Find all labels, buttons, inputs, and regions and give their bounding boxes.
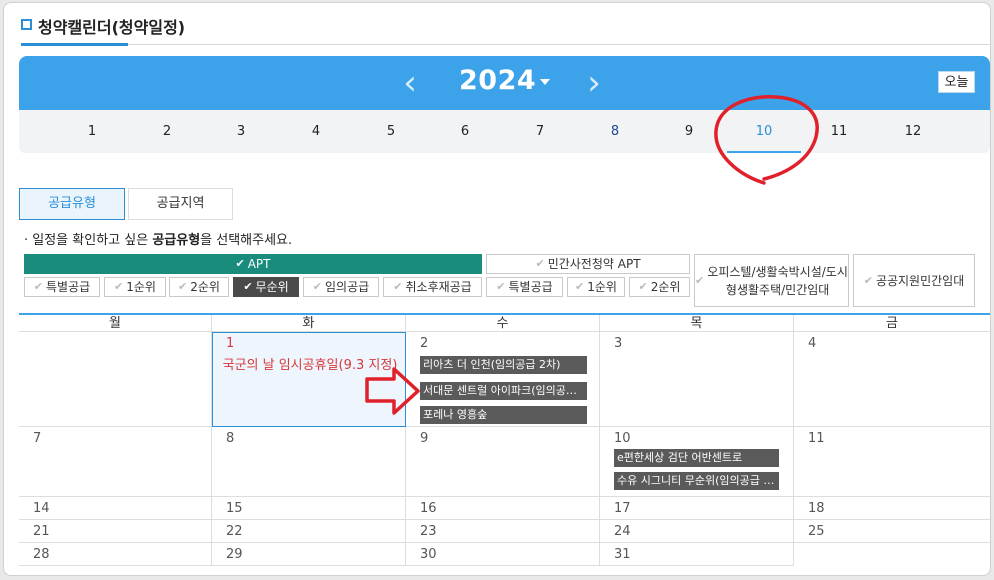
month-tab-4[interactable]: 4 xyxy=(279,110,353,153)
check-icon: ✔ xyxy=(178,280,188,293)
check-icon: ✔ xyxy=(235,257,245,270)
day-cell: 3 xyxy=(600,332,794,427)
square-bullet-icon xyxy=(21,19,32,30)
filter-apt-unranked[interactable]: ✔ 무순위 xyxy=(233,277,299,297)
event-item[interactable]: 서대문 센트럴 아이파크(임의공… xyxy=(420,382,587,400)
check-icon: ✔ xyxy=(535,257,545,270)
filter-apt[interactable]: ✔ APT xyxy=(24,254,482,274)
filter-public-rental[interactable]: ✔ 공공지원민간임대 xyxy=(853,254,975,307)
month-tab-6[interactable]: 6 xyxy=(428,110,502,153)
weekday-header: 월 xyxy=(19,315,212,332)
day-cell: 31 xyxy=(600,543,794,566)
check-icon: ✔ xyxy=(312,280,323,293)
month-tab-1[interactable]: 1 xyxy=(55,110,129,153)
filter-private-rank1[interactable]: ✔ 1순위 xyxy=(567,277,625,297)
check-icon: ✔ xyxy=(393,280,403,293)
instruction-text: · 일정을 확인하고 싶은 공급유형을 선택해주세요. xyxy=(24,233,293,248)
filter-private-special[interactable]: ✔ 특별공급 xyxy=(486,277,563,297)
day-cell xyxy=(19,332,212,427)
day-cell-holiday[interactable]: 1 국군의 날 임시공휴일(9.3 지정) xyxy=(212,332,406,427)
check-icon: ✔ xyxy=(863,273,873,287)
day-cell: 11 xyxy=(794,427,990,497)
filter-private-rank2[interactable]: ✔ 2순위 xyxy=(629,277,690,297)
month-tab-11[interactable]: 11 xyxy=(802,110,876,153)
month-tab-8[interactable]: 8 xyxy=(578,110,652,153)
filter-officetel[interactable]: ✔ 오피스텔/생활숙박시설/도시형생활주택/민간임대 xyxy=(694,254,849,307)
year-label[interactable]: 2024 xyxy=(459,65,536,96)
month-tab-7[interactable]: 7 xyxy=(503,110,577,153)
day-cell: 8 xyxy=(212,427,406,497)
day-cell: 28 xyxy=(19,543,212,566)
day-cell: 10 e편한세상 검단 어반센트로 수유 시그니티 무순위(임의공급 … xyxy=(600,427,794,497)
weekday-header: 금 xyxy=(794,315,990,332)
month-tab-5[interactable]: 5 xyxy=(354,110,428,153)
calendar-grid: 월 화 수 목 금 1 국군의 날 임시공휴일(9.3 지정) 2 리아츠 더 … xyxy=(19,313,990,575)
day-cell: 22 xyxy=(212,520,406,543)
day-cell: 21 xyxy=(19,520,212,543)
check-icon: ✔ xyxy=(496,280,506,293)
day-cell: 4 xyxy=(794,332,990,427)
day-cell: 25 xyxy=(794,520,990,543)
day-number: 10 xyxy=(614,431,631,446)
check-icon: ✔ xyxy=(33,280,44,293)
day-cell: 14 xyxy=(19,497,212,520)
page-header: 청약캘린더(청약일정) xyxy=(21,13,990,46)
day-cell: 2 리아츠 더 인천(임의공급 2차) 서대문 센트럴 아이파크(임의공… 포레… xyxy=(406,332,600,427)
weekday-header: 화 xyxy=(212,315,406,332)
month-tabs: 1 2 3 4 5 6 7 8 9 10 11 12 xyxy=(19,110,990,153)
title-underline xyxy=(21,43,128,46)
event-item[interactable]: e편한세상 검단 어반센트로 xyxy=(614,449,779,467)
event-item[interactable]: 수유 시그니티 무순위(임의공급 … xyxy=(614,472,779,490)
event-item[interactable]: 리아츠 더 인천(임의공급 2차) xyxy=(420,356,587,374)
month-tab-3[interactable]: 3 xyxy=(204,110,278,153)
month-tab-9[interactable]: 9 xyxy=(652,110,726,153)
day-cell: 30 xyxy=(406,543,600,566)
filter-apt-resupply[interactable]: ✔ 취소후재공급 xyxy=(383,277,482,297)
month-tab-10[interactable]: 10 xyxy=(727,110,801,153)
month-tab-2[interactable]: 2 xyxy=(130,110,204,153)
calendar-panel: 청약캘린더(청약일정) ‹ 2024 › 오늘 1 2 3 4 5 6 7 8 … xyxy=(3,2,991,576)
filter-apt-special[interactable]: ✔ 특별공급 xyxy=(24,277,100,297)
holiday-label: 국군의 날 임시공휴일(9.3 지정) xyxy=(222,358,398,373)
day-cell: 9 xyxy=(406,427,600,497)
month-tab-12[interactable]: 12 xyxy=(876,110,950,153)
filter-apt-optional[interactable]: ✔ 임의공급 xyxy=(303,277,379,297)
year-navigation: ‹ 2024 › 오늘 xyxy=(19,56,990,110)
day-number: 1 xyxy=(226,336,235,351)
weekday-header: 목 xyxy=(600,315,794,332)
day-cell: 16 xyxy=(406,497,600,520)
tab-supply-region[interactable]: 공급지역 xyxy=(128,188,233,220)
day-cell: 18 xyxy=(794,497,990,520)
page-title: 청약캘린더(청약일정) xyxy=(38,18,186,37)
day-cell: 29 xyxy=(212,543,406,566)
filter-apt-rank2[interactable]: ✔ 2순위 xyxy=(169,277,229,297)
day-cell: 17 xyxy=(600,497,794,520)
chevron-right-icon[interactable]: › xyxy=(579,64,609,102)
day-cell: 24 xyxy=(600,520,794,543)
check-icon: ✔ xyxy=(695,273,705,287)
today-button[interactable]: 오늘 xyxy=(938,71,975,93)
chevron-left-icon[interactable]: ‹ xyxy=(395,64,425,102)
check-icon: ✔ xyxy=(575,280,585,293)
caret-down-icon[interactable] xyxy=(540,79,550,85)
tab-supply-type[interactable]: 공급유형 xyxy=(19,188,125,220)
check-icon: ✔ xyxy=(114,280,124,293)
filter-apt-rank1[interactable]: ✔ 1순위 xyxy=(104,277,166,297)
day-number: 2 xyxy=(420,336,429,351)
check-icon: ✔ xyxy=(638,280,648,293)
day-cell: 7 xyxy=(19,427,212,497)
weekday-header: 수 xyxy=(406,315,600,332)
day-cell: 23 xyxy=(406,520,600,543)
event-item[interactable]: 포레나 영흥숲 xyxy=(420,406,587,424)
filter-private-apt[interactable]: ✔ 민간사전청약 APT xyxy=(486,254,690,274)
check-icon: ✔ xyxy=(243,280,253,293)
day-cell: 15 xyxy=(212,497,406,520)
